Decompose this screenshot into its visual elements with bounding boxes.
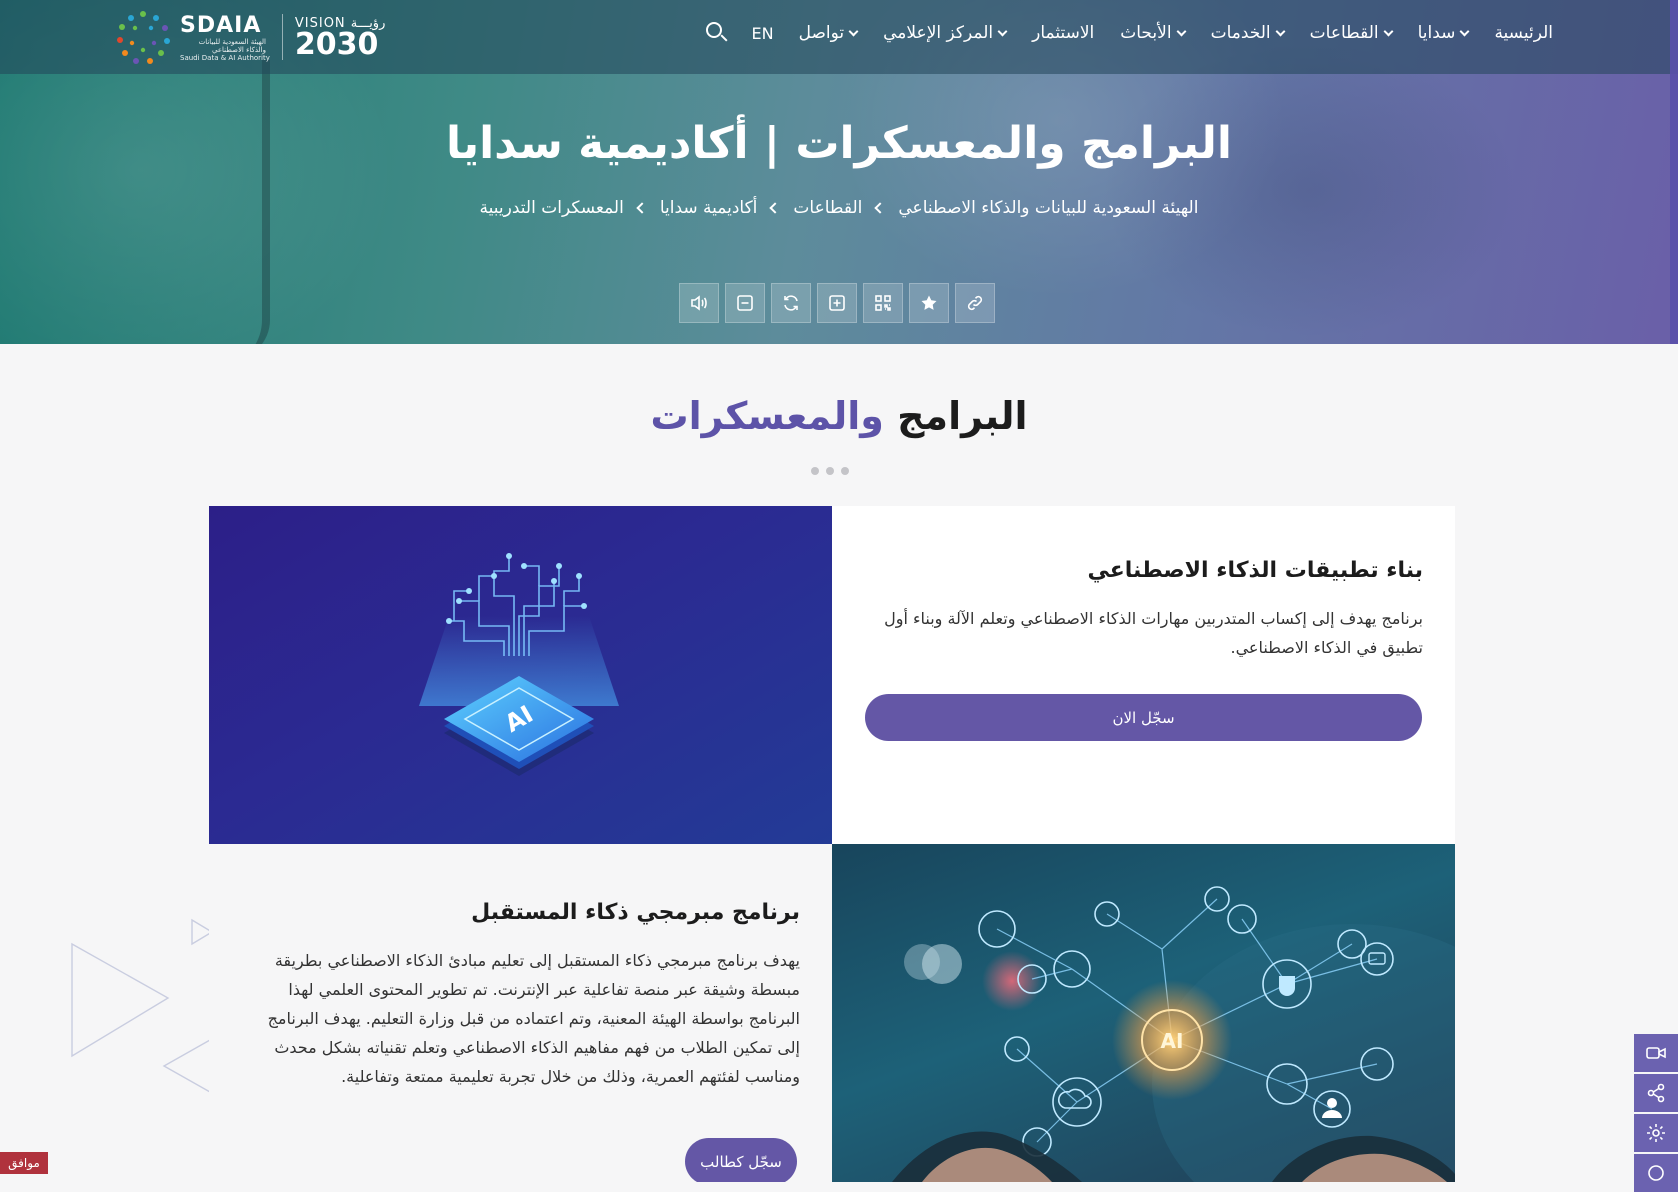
chevron-left-icon <box>769 202 782 214</box>
program-title: برنامج مبرمجي ذكاء المستقبل <box>471 900 800 925</box>
search-icon[interactable] <box>705 22 728 44</box>
settings-icon[interactable] <box>1634 1114 1678 1152</box>
ai-chip-illustration: AI <box>209 506 832 844</box>
page-title: البرامج والمعسكرات | أكاديمية سدايا <box>446 118 1232 169</box>
nav-item-research[interactable]: الأبحاث <box>1107 0 1197 66</box>
sdaia-logo-mark <box>112 6 174 68</box>
program-card: برنامج مبرمجي ذكاء المستقبل يهدف برنامج … <box>209 844 832 1182</box>
link-icon[interactable] <box>955 283 995 323</box>
ai-network-photo: AI <box>832 844 1455 1182</box>
chevron-left-icon <box>874 202 887 214</box>
nav-item-home[interactable]: الرئيسية <box>1481 0 1566 66</box>
page-tools <box>679 283 995 323</box>
chevron-down-icon <box>1383 26 1394 36</box>
nav-item-services[interactable]: الخدمات <box>1198 0 1297 66</box>
side-floating-rail <box>1634 1034 1678 1192</box>
zoom-out-icon[interactable] <box>725 283 765 323</box>
brand-divider <box>281 14 283 60</box>
language-switch[interactable]: EN <box>740 0 786 66</box>
breadcrumb: الهيئة السعودية للبيانات والذكاء الاصطنا… <box>0 198 1678 218</box>
brand-logos[interactable]: SDAIA الهيئة السعودية للبيانات والذكاء ا… <box>112 6 385 68</box>
hero-banner: SDAIA الهيئة السعودية للبيانات والذكاء ا… <box>0 0 1678 344</box>
breadcrumb-item[interactable]: الهيئة السعودية للبيانات والذكاء الاصطنا… <box>898 198 1198 218</box>
chevron-down-icon <box>1459 26 1470 36</box>
nav-item-sdaia[interactable]: سدايا <box>1405 0 1482 66</box>
sdaia-name: SDAIA <box>180 12 262 38</box>
nav-item-sectors[interactable]: القطاعات <box>1297 0 1405 66</box>
section-dots <box>811 467 849 475</box>
breadcrumb-item-current: المعسكرات التدريبية <box>479 198 624 218</box>
sdaia-sub-en: Saudi Data & AI Authority <box>180 53 270 62</box>
nav-item-label: القطاعات <box>1309 23 1379 43</box>
nav-item-label: الأبحاث <box>1120 23 1172 43</box>
program-card: بناء تطبيقات الذكاء الاصطناعي برنامج يهد… <box>832 506 1455 844</box>
sdaia-sub-ar: الهيئة السعودية للبيانات والذكاء الاصطنا… <box>198 37 266 54</box>
top-navbar: SDAIA الهيئة السعودية للبيانات والذكاء ا… <box>0 0 1678 74</box>
program-description: برنامج يهدف إلى إكساب المتدربين مهارات ا… <box>884 609 1423 657</box>
breadcrumb-item[interactable]: القطاعات <box>793 198 862 218</box>
vision-year: 2030 <box>294 26 379 62</box>
chevron-left-icon <box>636 202 648 214</box>
program-description: يهدف برنامج مبرمجي ذكاء المستقبل إلى تعل… <box>267 951 800 1086</box>
main-nav: الرئيسية سدايا القطاعات الخدمات الأبحاث … <box>694 0 1566 66</box>
video-icon[interactable] <box>1634 1034 1678 1072</box>
qr-code-icon[interactable] <box>863 283 903 323</box>
decorative-triangles <box>71 918 214 1093</box>
section-title-part1: البرامج <box>897 394 1028 438</box>
hero-shadow <box>1100 40 1520 340</box>
breadcrumb-item[interactable]: أكاديمية سدايا <box>660 198 758 218</box>
star-icon[interactable] <box>909 283 949 323</box>
section-title-part2: والمعسكرات <box>650 394 884 438</box>
programs-grid: AI بناء تطبيقات الذكاء الاصطناعي برنامج … <box>209 506 1456 1182</box>
register-now-button[interactable]: سجّل الان <box>865 694 1422 741</box>
nav-item-label: سدايا <box>1417 23 1456 43</box>
chevron-down-icon <box>1275 26 1286 36</box>
section-title: البرامج والمعسكرات <box>0 394 1678 438</box>
page-scrollbar[interactable] <box>1670 0 1678 344</box>
zoom-in-icon[interactable] <box>817 283 857 323</box>
chevron-down-icon <box>1176 26 1187 36</box>
share-icon[interactable] <box>1634 1074 1678 1112</box>
nav-item-label: الاستثمار <box>1032 23 1095 43</box>
vision-2030-logo: VISION رؤيـــة 2030 <box>294 16 385 62</box>
nav-item-label: المركز الإعلامي <box>883 23 994 43</box>
reset-icon[interactable] <box>771 283 811 323</box>
nav-item-investment[interactable]: الاستثمار <box>1019 0 1107 66</box>
nav-item-label: الرئيسية <box>1494 23 1553 43</box>
nav-item-contact[interactable]: تواصل <box>786 0 871 66</box>
sdaia-wordmark: SDAIA الهيئة السعودية للبيانات والذكاء ا… <box>180 13 270 62</box>
circle-icon[interactable] <box>1634 1154 1678 1192</box>
chevron-down-icon <box>997 26 1008 36</box>
program-title: بناء تطبيقات الذكاء الاصطناعي <box>1087 558 1423 583</box>
speaker-icon[interactable] <box>679 283 719 323</box>
ai-core-label: AI <box>1161 1029 1184 1053</box>
nav-item-label: الخدمات <box>1210 23 1271 43</box>
chevron-down-icon <box>848 26 859 36</box>
cookie-accept-button[interactable]: موافق <box>0 1152 48 1174</box>
nav-item-label: تواصل <box>798 23 845 43</box>
register-as-student-button[interactable]: سجّل كطالب <box>685 1138 797 1182</box>
nav-item-media-center[interactable]: المركز الإعلامي <box>870 0 1019 66</box>
